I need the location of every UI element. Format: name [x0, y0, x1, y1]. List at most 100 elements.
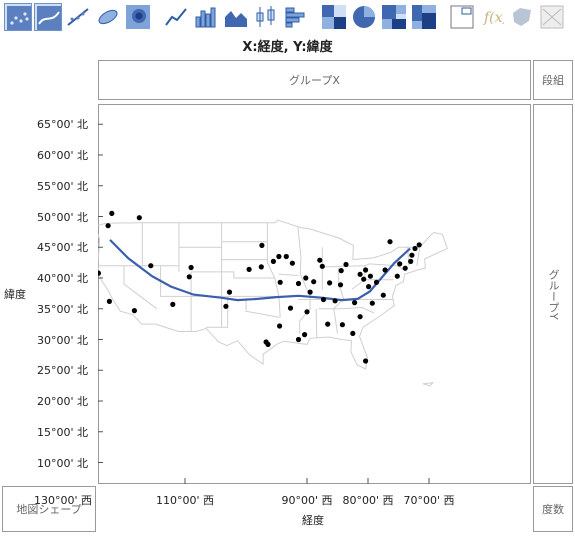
- toolbar-button-smoother[interactable]: [34, 3, 62, 31]
- data-point[interactable]: [363, 358, 369, 364]
- y-axis-title[interactable]: 緯度: [4, 286, 26, 302]
- data-point[interactable]: [357, 314, 363, 320]
- data-point[interactable]: [339, 322, 345, 328]
- data-point[interactable]: [188, 264, 194, 271]
- data-point[interactable]: [136, 215, 142, 221]
- data-point[interactable]: [382, 267, 388, 273]
- svg-text:f(x): f(x): [483, 10, 504, 26]
- data-point[interactable]: [109, 210, 115, 216]
- data-point[interactable]: [258, 264, 264, 270]
- data-point[interactable]: [289, 260, 295, 266]
- data-point[interactable]: [412, 245, 418, 252]
- data-point[interactable]: [186, 274, 192, 280]
- data-point[interactable]: [319, 263, 325, 269]
- data-point[interactable]: [373, 279, 380, 285]
- data-point[interactable]: [265, 341, 271, 347]
- toolbar-button-line-of-fit[interactable]: [64, 3, 92, 31]
- graph-frame[interactable]: [98, 104, 531, 484]
- data-point[interactable]: [311, 279, 317, 285]
- data-point[interactable]: [361, 276, 367, 282]
- toolbar-button-area[interactable]: [222, 3, 250, 31]
- data-point[interactable]: [369, 300, 375, 306]
- caption-box-icon: [450, 5, 474, 29]
- data-point[interactable]: [402, 265, 408, 271]
- data-point[interactable]: [325, 321, 331, 327]
- toolbar-button-line[interactable]: [162, 3, 190, 31]
- y-tick-label: 30°00' 北: [36, 333, 88, 347]
- data-point[interactable]: [363, 267, 369, 273]
- data-point[interactable]: [105, 223, 111, 229]
- data-point[interactable]: [295, 280, 302, 287]
- wrap-zone[interactable]: 段組: [533, 60, 573, 100]
- data-point[interactable]: [276, 253, 282, 260]
- data-point[interactable]: [317, 257, 323, 263]
- mosaic-icon: [412, 5, 436, 29]
- x-tick-label: 110°00' 西: [155, 494, 215, 507]
- data-point[interactable]: [246, 266, 252, 272]
- toolbar-button-pie[interactable]: [350, 3, 378, 31]
- data-point[interactable]: [307, 289, 313, 295]
- box-plot-icon: [256, 6, 275, 27]
- data-point[interactable]: [304, 309, 310, 315]
- data-point[interactable]: [366, 284, 372, 290]
- data-point[interactable]: [380, 292, 386, 298]
- data-point[interactable]: [397, 261, 403, 267]
- toolbar-button-treemap[interactable]: [380, 3, 408, 31]
- data-point[interactable]: [295, 336, 302, 343]
- toolbar-button-formula[interactable]: f(x): [478, 3, 506, 31]
- x-tick-label: 130°00' 西: [33, 494, 93, 507]
- toolbar-button-heatmap[interactable]: [320, 3, 348, 31]
- toolbar-button-box-plot[interactable]: [252, 3, 280, 31]
- data-point[interactable]: [338, 268, 344, 274]
- contour-icon: [126, 5, 150, 29]
- histogram-icon: [285, 7, 305, 28]
- data-point[interactable]: [283, 253, 289, 260]
- toolbar-button-contour[interactable]: [124, 3, 152, 31]
- data-point[interactable]: [287, 305, 294, 311]
- data-point[interactable]: [259, 242, 265, 248]
- x-tick-label: 70°00' 西: [403, 494, 455, 507]
- data-point[interactable]: [226, 289, 233, 295]
- data-point[interactable]: [367, 273, 373, 279]
- line-icon: [165, 8, 187, 26]
- group-x-zone[interactable]: グループX: [98, 60, 531, 100]
- data-point[interactable]: [332, 298, 338, 304]
- data-point[interactable]: [394, 273, 400, 279]
- freq-zone[interactable]: 度数: [533, 486, 573, 532]
- data-point[interactable]: [131, 308, 137, 314]
- data-point[interactable]: [320, 296, 327, 303]
- data-point[interactable]: [327, 280, 333, 286]
- toolbar-button-caption-box[interactable]: [448, 3, 476, 31]
- data-point[interactable]: [387, 239, 393, 245]
- data-point[interactable]: [357, 271, 363, 277]
- data-point[interactable]: [350, 330, 356, 336]
- toolbar-button-mosaic[interactable]: [410, 3, 438, 31]
- data-point[interactable]: [148, 263, 154, 269]
- smoother-icon: [37, 6, 61, 30]
- data-point[interactable]: [352, 300, 358, 306]
- toolbar-button-map-shape[interactable]: [508, 3, 536, 31]
- data-point[interactable]: [277, 279, 283, 285]
- line-of-fit-icon: [67, 8, 89, 26]
- data-point[interactable]: [409, 252, 415, 258]
- toolbar-button-ellipse[interactable]: [94, 3, 122, 31]
- data-point[interactable]: [277, 323, 283, 329]
- data-point[interactable]: [408, 258, 414, 264]
- data-point[interactable]: [337, 282, 344, 288]
- toolbar-button-bar[interactable]: [192, 3, 220, 31]
- x-axis-title[interactable]: 経度: [302, 512, 324, 528]
- data-point[interactable]: [303, 275, 309, 281]
- data-point[interactable]: [170, 301, 176, 307]
- data-point[interactable]: [416, 242, 422, 248]
- data-point[interactable]: [302, 332, 308, 338]
- y-tick-label: 10°00' 北: [36, 456, 88, 470]
- bar-icon: [195, 7, 216, 28]
- data-point[interactable]: [106, 298, 112, 304]
- data-point[interactable]: [223, 303, 229, 309]
- data-point[interactable]: [270, 258, 276, 264]
- toolbar-button-histogram[interactable]: [282, 3, 310, 31]
- toolbar-button-points[interactable]: [4, 3, 32, 31]
- toolbar-button-parallel[interactable]: [538, 3, 566, 31]
- group-y-zone[interactable]: グループY: [533, 104, 573, 484]
- data-point[interactable]: [343, 261, 349, 268]
